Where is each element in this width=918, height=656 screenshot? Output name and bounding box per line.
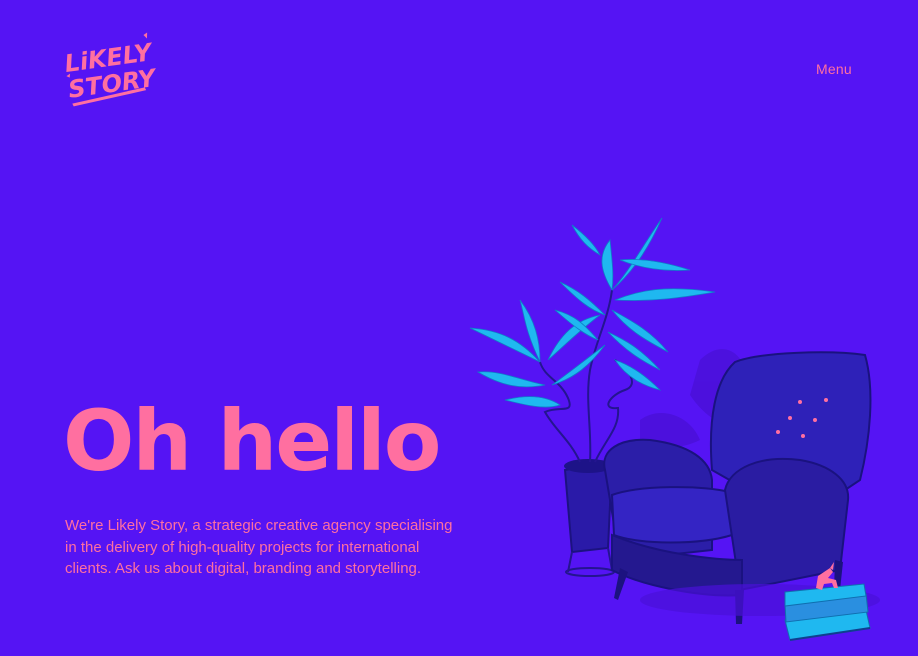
logo-icon: LiKELY STORY <box>63 32 160 107</box>
page: LiKELY STORY Menu Oh hello We're Likely … <box>0 0 918 656</box>
hero-illustration <box>469 217 880 641</box>
hero-heading: Oh hello <box>63 392 442 490</box>
books-icon <box>784 583 871 641</box>
logo[interactable]: LiKELY STORY <box>60 30 160 110</box>
menu-link[interactable]: Menu <box>816 61 852 77</box>
intro-paragraph: We're Likely Story, a strategic creative… <box>65 517 453 577</box>
armchair-icon <box>603 351 880 624</box>
